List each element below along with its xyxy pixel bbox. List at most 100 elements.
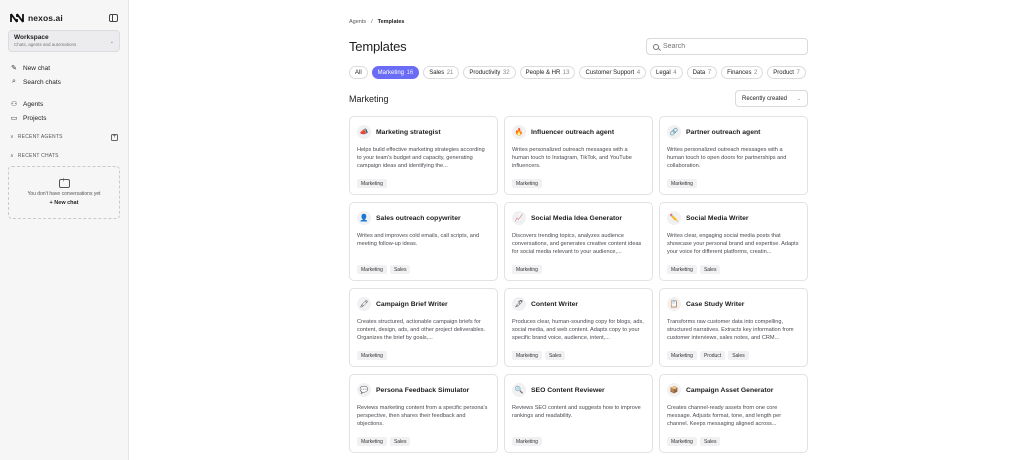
tab-productivity[interactable]: Productivity 32 [463,66,516,79]
template-card[interactable]: 👤 Sales outreach copywriter Writes and imp… [349,202,498,281]
tab-label: Sales [429,69,445,76]
tag-badge: Sales [699,437,721,446]
brand-row: nexos.ai [8,8,120,28]
template-title: Content Writer [531,300,579,308]
tag-badge: Marketing [357,179,387,188]
chevron-down-icon: ⌄ [796,95,801,102]
tab-customer-support[interactable]: Customer Support 4 [579,66,647,79]
template-tags: Marketing [512,437,542,446]
template-icon: ✏️ [667,211,681,225]
agents-icon: ⚇ [10,101,18,108]
tab-finances[interactable]: Finances 2 [721,66,764,79]
template-tags: Marketing [357,351,387,360]
tag-badge: Marketing [512,351,542,360]
template-icon: 🖍 [357,297,371,311]
search-input[interactable] [662,43,801,50]
tag-badge: Marketing [357,437,387,446]
template-tags: Marketing [357,179,387,188]
nexos-logo-icon [10,13,24,23]
tag-badge: Marketing [512,179,542,188]
tab-marketing[interactable]: Marketing 16 [371,66,420,79]
template-tags: Marketing Sales [667,437,721,446]
template-tags: Marketing Product Sales [667,351,749,360]
template-icon: 🖋 [512,297,526,311]
page-title: Templates [349,39,407,54]
search-box[interactable] [646,38,808,55]
sidebar-item-projects[interactable]: ▭ Projects [8,111,120,125]
template-title: Sales outreach copywriter [376,214,461,222]
tag-badge: Marketing [667,437,697,446]
tab-count: 13 [562,69,570,76]
tab-label: Product [773,69,794,76]
template-title: Marketing strategist [376,128,441,136]
template-card[interactable]: 🔍 SEO Content Reviewer Reviews SEO content… [504,374,653,453]
template-card[interactable]: 📈 Social Media Idea Generator Discovers tr… [504,202,653,281]
template-icon: 🔍 [512,383,526,397]
template-card[interactable]: 🔗 Partner outreach agent Writes personaliz… [659,116,808,195]
brand-name: nexos.ai [28,13,63,23]
tab-count: 7 [796,69,800,76]
tab-people-hr[interactable]: People & HR 13 [519,66,576,79]
sidebar-item-search-chats[interactable]: ⌕ Search chats [8,75,120,89]
template-card[interactable]: 💬 Persona Feedback Simulator Reviews marke… [349,374,498,453]
sidebar-toggle-icon[interactable] [109,14,118,22]
template-card[interactable]: ✏️ Social Media Writer Writes clear, engag… [659,202,808,281]
chevron-down-icon: ∨ [10,134,14,140]
chat-bubble-icon [58,177,70,188]
template-title: SEO Content Reviewer [531,386,605,394]
app-root: nexos.ai Workspace Chats, agents and aut… [0,0,1024,460]
sidebar-item-label: Search chats [23,78,61,86]
sidebar-item-new-chat[interactable]: ✎ New chat [8,61,120,75]
template-grid: 📣 Marketing strategist Helps build effecti… [349,116,808,453]
sidebar-nav: ✎ New chat ⌕ Search chats ⚇ Agents ▭ Pro… [8,61,120,219]
tag-badge: Marketing [667,265,697,274]
tab-product[interactable]: Product 7 [767,66,806,79]
template-card[interactable]: 🔥 Influencer outreach agent Writes persona… [504,116,653,195]
new-chat-link[interactable]: + New chat [50,200,79,206]
tab-sales[interactable]: Sales 21 [423,66,460,79]
workspace-selector[interactable]: Workspace Chats, agents and automations … [8,30,120,52]
tab-count: 4 [636,69,641,76]
brand[interactable]: nexos.ai [10,13,63,23]
workspace-subtitle: Chats, agents and automations [14,42,77,47]
category-tabs: All Marketing 16 Sales 21 Productivity 32 Peopl… [349,66,808,79]
tab-legal[interactable]: Legal 4 [650,66,683,79]
tab-all[interactable]: All [349,66,368,79]
recent-chats-label: RECENT CHATS [17,153,59,159]
template-description: Writes personalized outreach messages wi… [512,147,632,170]
template-description: Creates channel-ready assets from one co… [667,405,782,428]
template-tags: Marketing Sales [667,265,721,274]
recent-chats-header[interactable]: ∧ RECENT CHATS [8,149,120,163]
tag-badge: Marketing [357,351,387,360]
tab-count: 16 [406,69,414,76]
template-description: Transforms raw customer data into compel… [667,319,794,342]
edit-icon: ✎ [11,65,17,72]
main-area: Agents / Templates Templates All Marketin… [129,0,1024,460]
template-description: Creates structured, actionable campaign … [357,319,486,342]
template-card[interactable]: 📦 Campaign Asset Generator Creates channel… [659,374,808,453]
template-description: Writes personalized outreach messages wi… [667,147,787,170]
tab-count: 7 [707,69,712,76]
template-tags: Marketing [512,265,542,274]
recent-agents-header[interactable]: ∨ RECENT AGENTS + [8,130,120,144]
folder-icon: ▭ [10,115,18,122]
tag-badge: Marketing [667,351,697,360]
breadcrumb-agents[interactable]: Agents [349,19,366,25]
tag-badge: Sales [389,437,411,446]
tab-data[interactable]: Data 7 [686,66,718,79]
template-icon: 📣 [357,125,371,139]
sidebar-item-agents[interactable]: ⚇ Agents [8,97,120,111]
template-card[interactable]: 🖋 Content Writer Produces clear, human-sou… [504,288,653,367]
add-agent-icon[interactable]: + [111,133,118,141]
template-card[interactable]: 📣 Marketing strategist Helps build effecti… [349,116,498,195]
template-title: Persona Feedback Simulator [376,386,470,394]
section-title: Marketing [349,93,389,104]
sort-select[interactable]: Recently created ⌄ [735,90,808,107]
template-card[interactable]: 📋 Case Study Writer Transforms raw custome… [659,288,808,367]
template-title: Campaign Asset Generator [686,386,774,394]
tag-badge: Marketing [667,179,697,188]
tab-count: 4 [673,69,677,76]
template-card[interactable]: 🖍 Campaign Brief Writer Creates structured… [349,288,498,367]
template-description: Helps build effective marketing strategi… [357,147,485,170]
template-tags: Marketing [512,179,542,188]
